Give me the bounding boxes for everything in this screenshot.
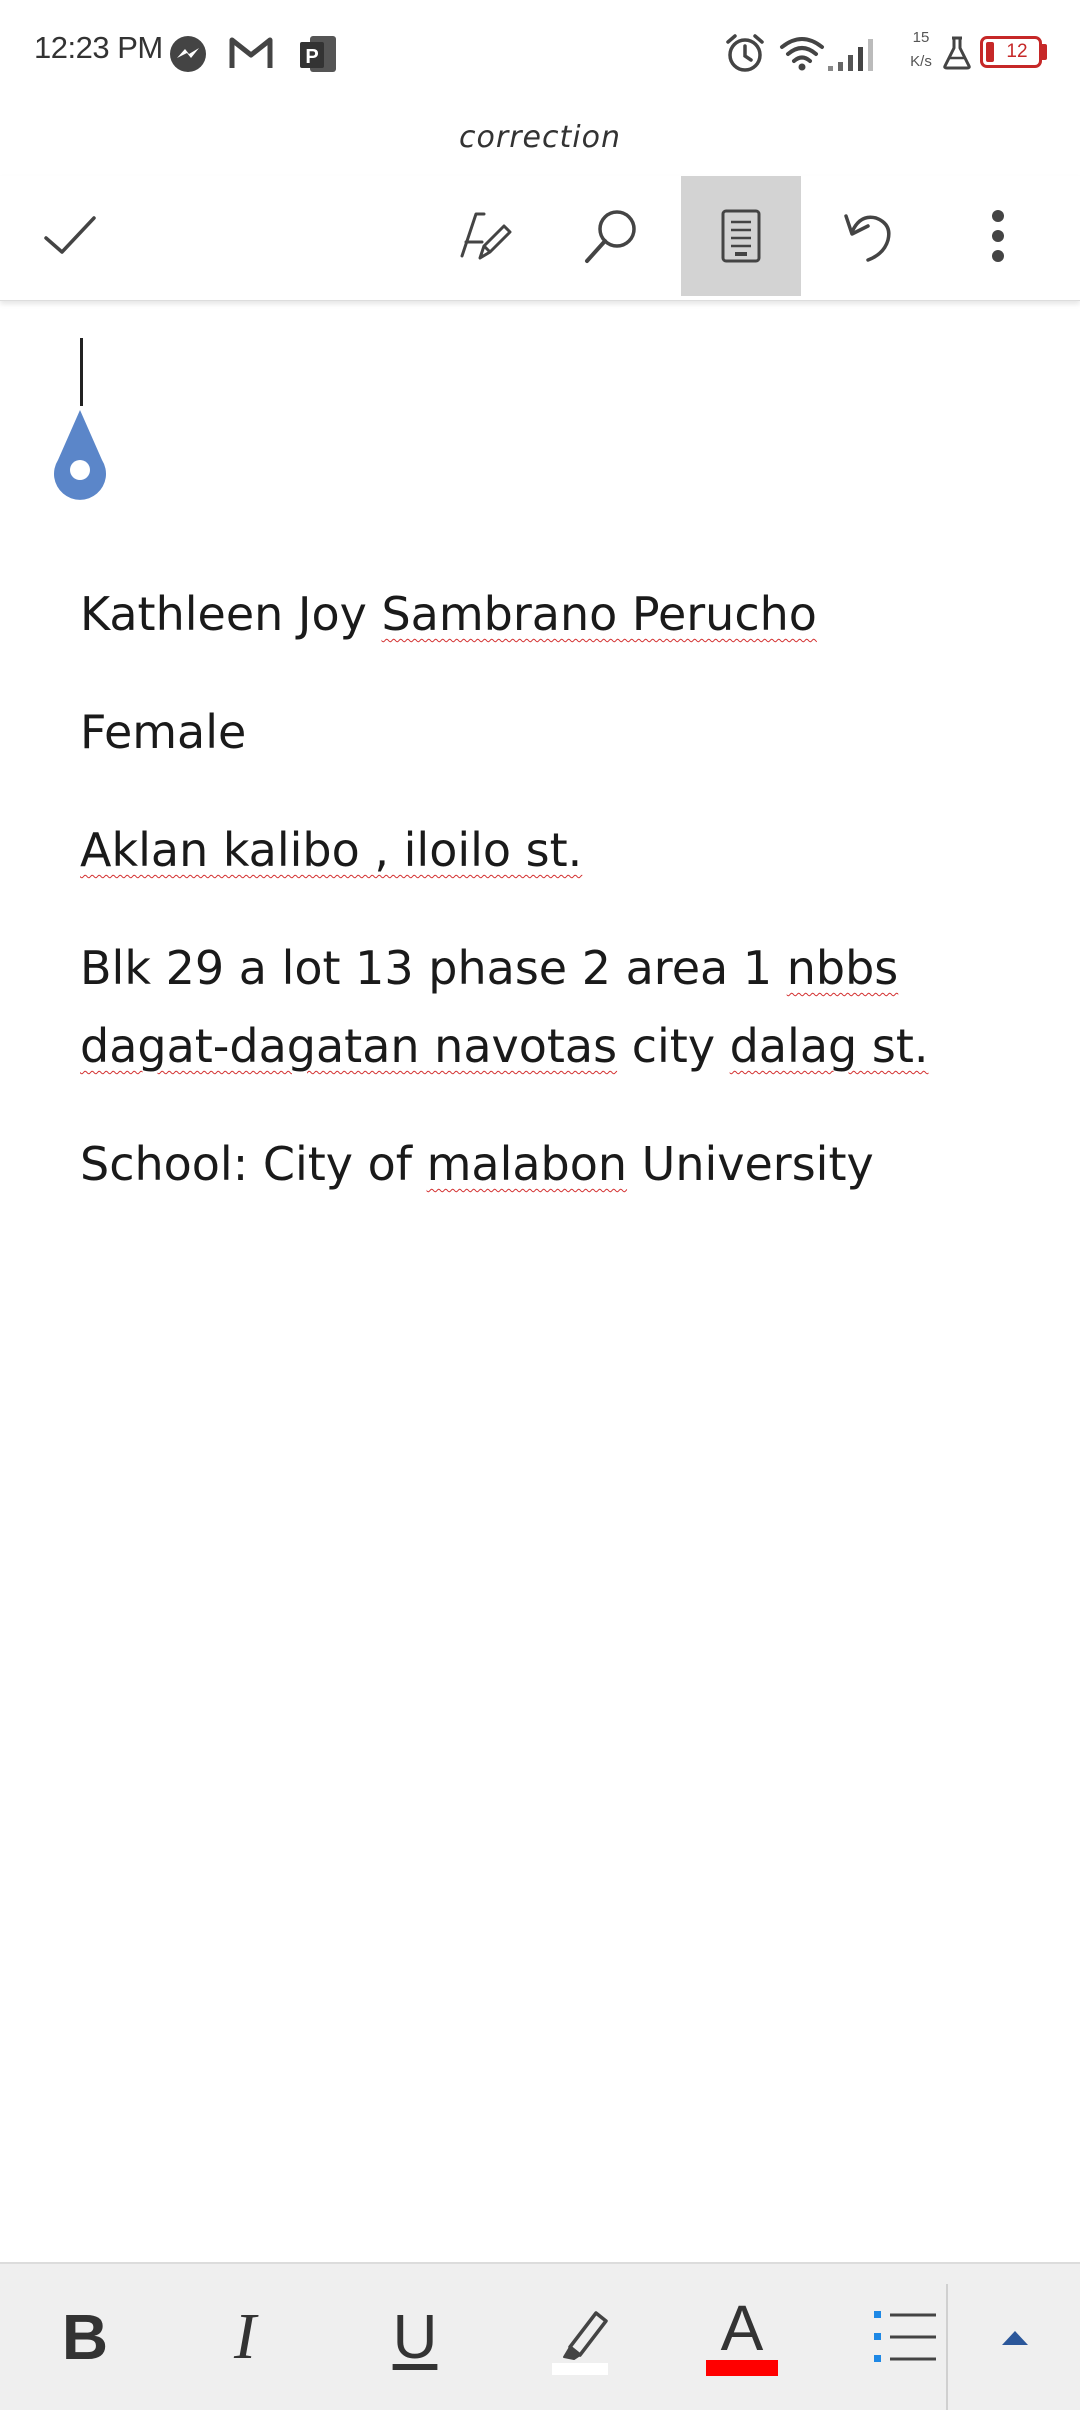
paragraph-name[interactable]: Kathleen Joy Sambrano Perucho xyxy=(80,575,1020,653)
battery-level: 12 xyxy=(1006,41,1028,62)
paragraph-street[interactable]: Blk 29 a lot 13 phase 2 area 1 nbbs daga… xyxy=(80,929,1020,1085)
bullet-list-button[interactable] xyxy=(860,2264,950,2410)
undo-button[interactable] xyxy=(808,176,928,296)
format-bar-divider xyxy=(946,2284,948,2410)
highlight-color-swatch xyxy=(552,2363,608,2375)
alarm-icon xyxy=(724,32,766,79)
top-toolbar xyxy=(0,176,1080,301)
underline-label: U xyxy=(392,2302,438,2372)
underline-button[interactable]: U xyxy=(370,2264,460,2410)
more-options-icon xyxy=(992,210,1004,262)
signal-icon xyxy=(826,38,874,77)
cursor-handle-icon xyxy=(53,410,106,500)
draw-button[interactable] xyxy=(426,176,546,296)
more-options-button[interactable] xyxy=(938,176,1058,296)
mobile-view-button[interactable] xyxy=(681,176,801,296)
cursor-handle[interactable] xyxy=(50,408,110,505)
net-speed-value: 15 xyxy=(912,29,930,46)
expand-ribbon-button[interactable] xyxy=(970,2264,1060,2410)
highlight-button[interactable] xyxy=(530,2264,630,2410)
gmail-icon xyxy=(228,36,274,75)
font-color-button[interactable]: A xyxy=(692,2264,792,2410)
highlighter-icon xyxy=(552,2311,608,2375)
svg-text:P: P xyxy=(305,46,318,68)
checkmark-icon xyxy=(44,216,96,254)
italic-label: I xyxy=(234,2300,256,2373)
paragraph-gender[interactable]: Female xyxy=(80,693,1020,771)
undo-icon xyxy=(844,214,891,262)
search-button[interactable] xyxy=(552,176,672,296)
chevron-up-icon xyxy=(1002,2331,1028,2345)
net-speed: 15 K/s xyxy=(896,26,946,74)
battery-icon: 12 xyxy=(980,36,1042,68)
font-color-swatch xyxy=(706,2360,778,2376)
document-body[interactable]: Kathleen Joy Sambrano Perucho Female Akl… xyxy=(80,575,1020,1243)
publisher-icon: P xyxy=(298,34,338,79)
bullet-list-icon xyxy=(874,2311,936,2362)
done-button[interactable] xyxy=(10,176,130,296)
search-icon xyxy=(585,210,636,263)
bold-label: B xyxy=(61,2301,109,2373)
status-bar: 12:23 PM P 15 K/s 12 xyxy=(0,0,1080,108)
status-time: 12:23 PM xyxy=(34,30,163,65)
bold-button[interactable]: B xyxy=(40,2264,130,2410)
text-cursor xyxy=(80,338,83,406)
font-color-label: A xyxy=(720,2292,764,2364)
paragraph-address[interactable]: Aklan kalibo , iloilo st. xyxy=(80,811,1020,889)
draw-pen-icon xyxy=(460,212,512,260)
format-bar: B I U A xyxy=(0,2262,1080,2410)
mobile-view-icon xyxy=(721,209,761,263)
wifi-icon xyxy=(778,34,826,77)
document-title: correction xyxy=(459,120,621,155)
messenger-icon xyxy=(168,34,208,79)
italic-button[interactable]: I xyxy=(200,2264,290,2410)
net-speed-unit: K/s xyxy=(910,53,932,70)
paragraph-school[interactable]: School: City of malabon University xyxy=(80,1125,1020,1203)
flask-icon xyxy=(942,36,972,75)
